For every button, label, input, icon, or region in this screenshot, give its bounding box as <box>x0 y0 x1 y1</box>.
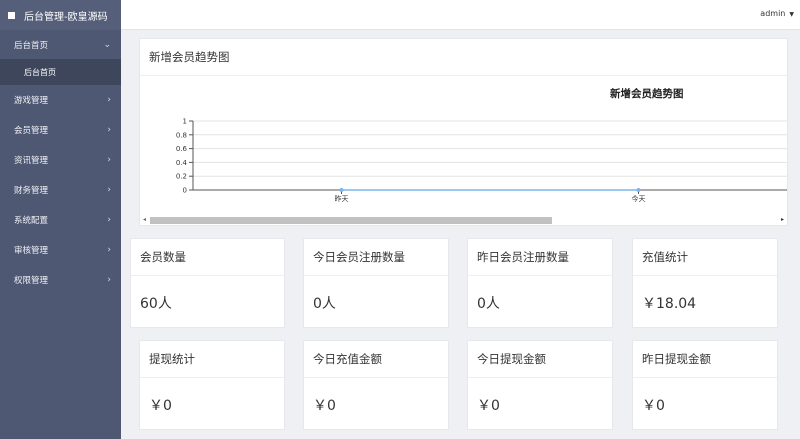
x-tick-label: 昨天 <box>335 194 349 203</box>
x-tick-label: 今天 <box>632 194 646 203</box>
topbar: admin ▼ <box>121 0 800 30</box>
stat-card-yesterday-registrations: 昨日会员注册数量 0人 <box>467 238 613 328</box>
sidebar-item-finance[interactable]: 财务管理 › <box>0 175 121 205</box>
scroll-left-icon[interactable]: ◂ <box>143 215 146 225</box>
sidebar-item-label: 后台首页 <box>14 40 49 51</box>
stat-title: 会员数量 <box>131 239 284 276</box>
sidebar-item-permissions[interactable]: 权限管理 › <box>0 265 121 295</box>
username: admin <box>760 9 786 18</box>
chevron-down-icon: ⌄ <box>103 40 111 50</box>
brand-title: 后台管理-欧皇源码 <box>24 11 108 23</box>
caret-down-icon: ▼ <box>789 11 794 18</box>
scroll-thumb[interactable] <box>150 217 552 224</box>
sidebar-item-games[interactable]: 游戏管理 › <box>0 85 121 115</box>
chevron-right-icon: › <box>107 185 111 195</box>
sidebar-subitem-home[interactable]: 后台首页 <box>0 59 121 85</box>
chevron-right-icon: › <box>107 155 111 165</box>
sidebar-item-members[interactable]: 会员管理 › <box>0 115 121 145</box>
stat-title: 昨日提现金额 <box>633 341 777 378</box>
sidebar-item-review[interactable]: 审核管理 › <box>0 235 121 265</box>
stat-title: 今日会员注册数量 <box>304 239 448 276</box>
stat-title: 提现统计 <box>140 341 284 378</box>
brand[interactable]: 后台管理-欧皇源码 <box>0 0 121 30</box>
y-tick-label: 1 <box>183 118 187 126</box>
y-tick-label: 0 <box>183 187 187 195</box>
sidebar-item-news[interactable]: 资讯管理 › <box>0 145 121 175</box>
stat-card-today-withdraw: 今日提现金额 ￥0 <box>467 340 613 430</box>
chevron-right-icon: › <box>107 215 111 225</box>
stat-card-recharge-total: 充值统计 ￥18.04 <box>632 238 778 328</box>
stat-title: 充值统计 <box>633 239 777 276</box>
sidebar-item-label: 资讯管理 <box>14 156 49 166</box>
sidebar-item-label: 审核管理 <box>14 246 49 256</box>
stat-value: ￥18.04 <box>642 296 697 312</box>
stat-title: 今日充值金额 <box>304 341 448 378</box>
chevron-right-icon: › <box>107 95 111 105</box>
chevron-right-icon: › <box>107 125 111 135</box>
sidebar-item-label: 会员管理 <box>14 126 49 136</box>
sidebar-item-label: 权限管理 <box>14 276 49 286</box>
stat-title: 今日提现金额 <box>468 341 612 378</box>
stat-card-today-recharge: 今日充值金额 ￥0 <box>303 340 449 430</box>
stat-title: 昨日会员注册数量 <box>468 239 612 276</box>
sidebar: 后台管理-欧皇源码 后台首页 ⌄ 后台首页 游戏管理 › 会员管理 › 资讯管理… <box>0 0 121 439</box>
stat-card-withdraw-total: 提现统计 ￥0 <box>139 340 285 430</box>
stat-card-yesterday-withdraw: 昨日提现金额 ￥0 <box>632 340 778 430</box>
stat-value: 0人 <box>477 296 500 312</box>
sidebar-subitem-label: 后台首页 <box>24 67 56 77</box>
member-trend-chart: 0 0.2 0.4 0.6 0.8 1 昨天 今天 <box>176 118 787 203</box>
chevron-right-icon: › <box>107 245 111 255</box>
stat-card-member-count: 会员数量 60人 <box>130 238 285 328</box>
data-point <box>339 188 344 192</box>
stat-value: 0人 <box>313 296 336 312</box>
y-tick-label: 0.2 <box>176 173 187 181</box>
stat-value: ￥0 <box>149 398 172 414</box>
sidebar-item-label: 系统配置 <box>14 216 49 226</box>
stat-value: ￥0 <box>313 398 336 414</box>
sidebar-item-label: 游戏管理 <box>14 96 49 106</box>
y-tick-label: 0.4 <box>176 159 188 167</box>
data-point <box>636 188 641 192</box>
y-tick-label: 0.8 <box>176 131 187 139</box>
sidebar-item-settings[interactable]: 系统配置 › <box>0 205 121 235</box>
stat-card-today-registrations: 今日会员注册数量 0人 <box>303 238 449 328</box>
stat-value: 60人 <box>140 296 172 312</box>
chart-panel: 新增会员趋势图 0 0.2 0.4 0.6 0.8 1 昨天 今天 新增会员趋势图 ◂ ▸ <box>139 38 788 226</box>
y-tick-label: 0.6 <box>176 145 188 153</box>
user-menu[interactable]: admin ▼ <box>760 0 794 29</box>
square-logo-icon <box>8 11 15 19</box>
sidebar-item-home[interactable]: 后台首页 ⌄ <box>0 30 121 59</box>
chevron-right-icon: › <box>107 275 111 285</box>
sidebar-item-label: 财务管理 <box>14 186 49 196</box>
stat-value: ￥0 <box>642 398 665 414</box>
chart-title: 新增会员趋势图 <box>610 88 684 100</box>
scroll-right-icon[interactable]: ▸ <box>781 215 784 225</box>
stat-value: ￥0 <box>477 398 500 414</box>
chart-scrollbar[interactable]: ◂ ▸ <box>140 215 787 225</box>
